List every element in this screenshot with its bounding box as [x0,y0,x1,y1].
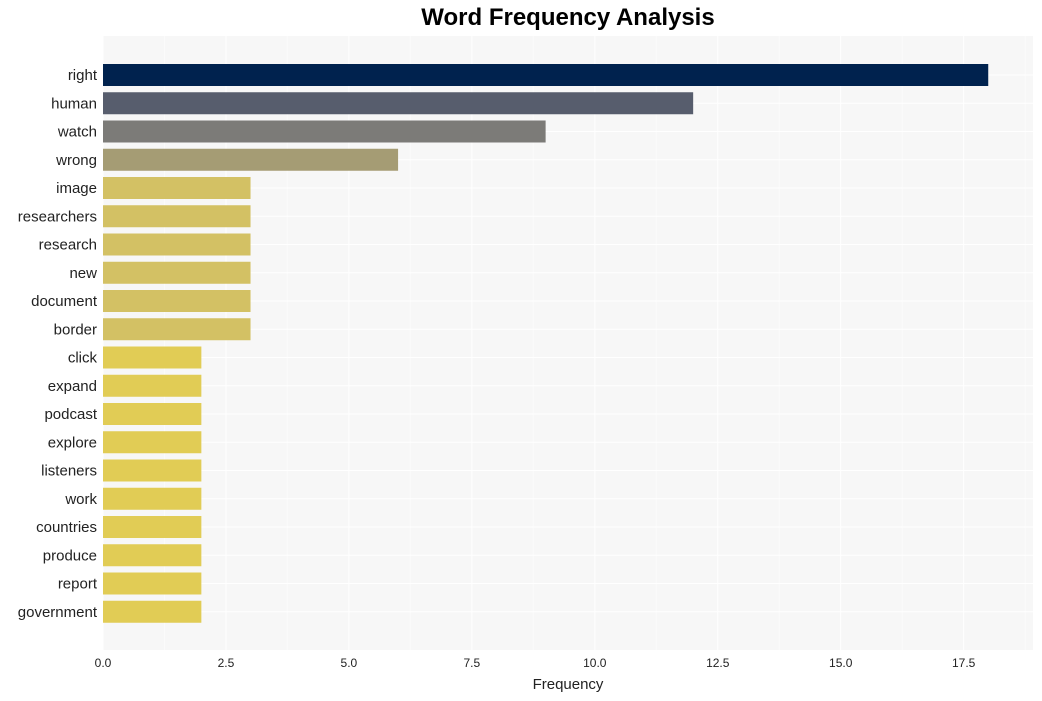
bar-watch [103,120,546,143]
bar-image [103,177,251,199]
bar-report [103,572,202,595]
bar-border [103,318,251,341]
x-tick-label: 10.0 [583,656,607,670]
bar-research [103,233,251,256]
y-tick-label: researchers [18,208,97,225]
x-tick-label: 5.0 [341,656,358,670]
bar-new [103,261,251,284]
y-tick-label: research [39,237,97,254]
x-axis-label: Frequency [533,676,604,693]
y-tick-label: listeners [41,463,97,480]
bar-explore [103,431,202,454]
bar-human [103,92,694,115]
y-tick-label: produce [43,547,97,564]
y-tick-label: border [54,321,97,338]
bar-wrong [103,148,399,171]
x-tick-label: 17.5 [952,656,976,670]
x-tick-label: 7.5 [464,656,481,670]
bar-government [103,600,202,623]
x-axis-ticks: 0.0 2.5 5.0 7.5 10.0 12.5 15.0 17.5 [95,656,976,670]
bar-chart: right human watch wrong image researchers rese… [18,36,1033,693]
y-tick-label: image [56,180,97,197]
bar-researchers [103,205,251,228]
y-tick-label: report [58,576,98,593]
bar-produce [103,544,202,567]
bar-document [103,290,251,312]
x-tick-label: 0.0 [95,656,112,670]
y-tick-label: document [31,293,98,310]
y-tick-label: right [68,67,98,84]
y-tick-label: explore [48,434,97,451]
y-tick-label: click [68,350,98,367]
x-tick-label: 2.5 [218,656,235,670]
y-tick-label: work [64,491,97,508]
bar-countries [103,516,202,538]
bar-listeners [103,459,202,482]
y-tick-label: wrong [55,152,97,169]
bar-right [103,64,989,86]
bar-podcast [103,403,202,425]
bar-expand [103,374,202,397]
y-tick-label: expand [48,378,97,395]
x-tick-label: 12.5 [706,656,730,670]
y-tick-label: countries [36,519,97,536]
y-tick-label: watch [57,124,97,141]
bar-work [103,487,202,510]
y-axis-labels: right human watch wrong image researchers rese… [18,67,98,621]
y-tick-label: podcast [44,406,97,423]
x-tick-label: 15.0 [829,656,853,670]
y-tick-label: government [18,604,98,621]
bar-click [103,346,202,369]
y-tick-label: human [51,95,97,112]
y-tick-label: new [69,265,97,282]
